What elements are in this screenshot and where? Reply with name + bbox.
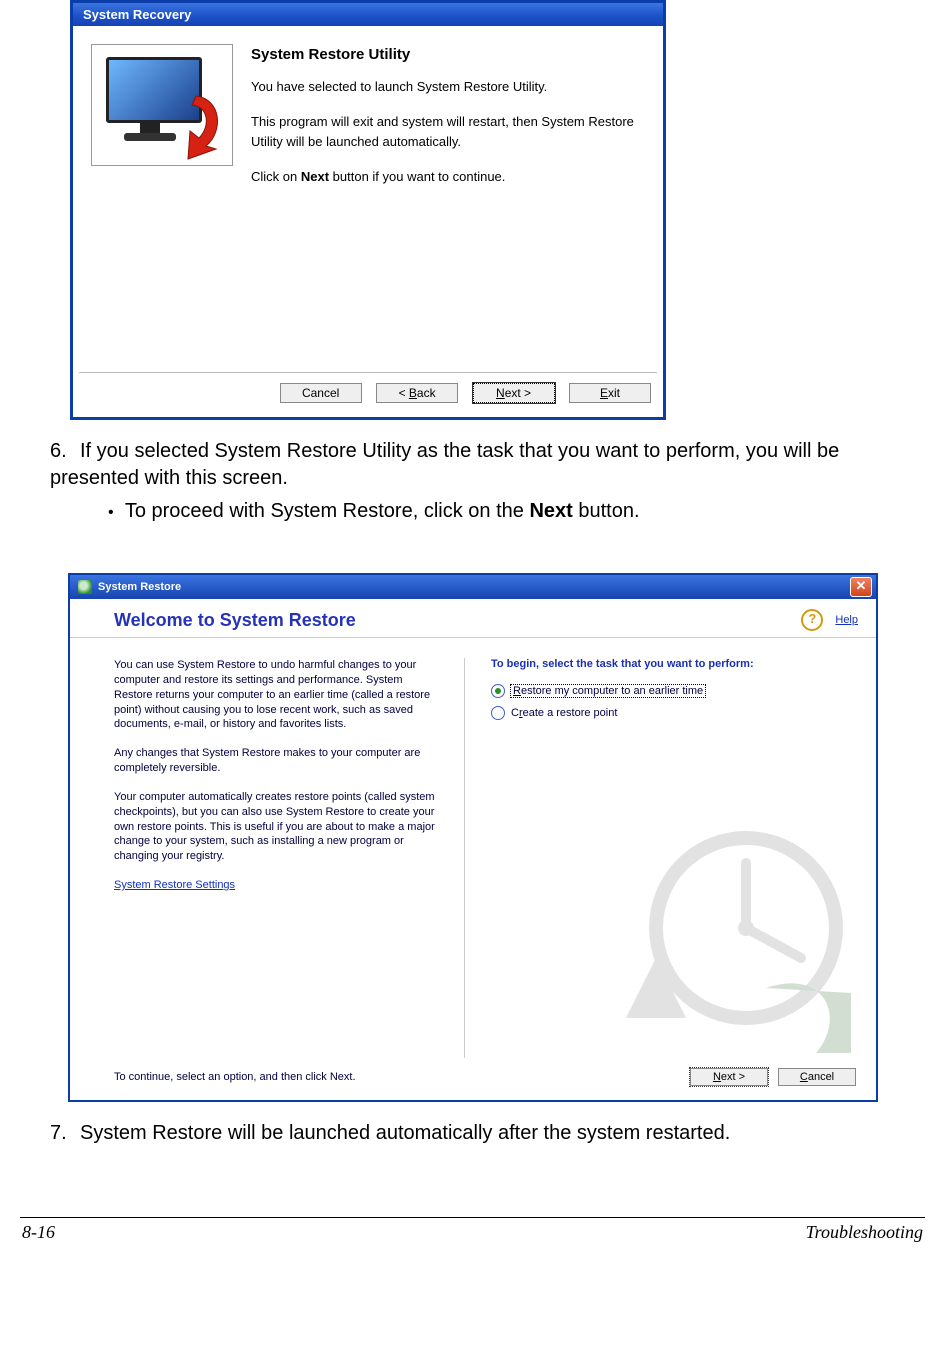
step-number: 6. <box>50 438 80 465</box>
dialog-titlebar[interactable]: System Restore ✕ <box>70 575 876 599</box>
system-recovery-dialog: System Recovery System Restore Utility Y… <box>70 0 666 420</box>
dialog-titlebar[interactable]: System Recovery <box>73 3 663 26</box>
radio-label: Create a restore point <box>511 707 617 719</box>
radio-icon <box>491 684 505 698</box>
close-button[interactable]: ✕ <box>850 577 872 597</box>
radio-label: Restore my computer to an earlier time <box>511 685 705 697</box>
cancel-button[interactable]: Cancel <box>280 383 362 403</box>
step-bullet: • To proceed with System Restore, click … <box>108 498 895 525</box>
dialog-heading: System Restore Utility <box>251 44 645 67</box>
page-number: 8-16 <box>22 1222 55 1243</box>
next-button[interactable]: Next > <box>473 383 555 403</box>
dialog-title: System Restore <box>98 581 181 593</box>
step-number: 7. <box>50 1120 80 1147</box>
clock-watermark-icon <box>616 818 856 1058</box>
next-button[interactable]: Next > <box>690 1068 768 1086</box>
radio-create-point[interactable]: Create a restore point <box>491 706 856 720</box>
step-6: 6.If you selected System Restore Utility… <box>50 438 895 525</box>
section-title: Troubleshooting <box>806 1222 923 1243</box>
info-paragraph: You can use System Restore to undo harmf… <box>114 658 444 732</box>
dialog-paragraph: This program will exit and system will r… <box>251 112 645 151</box>
step-text: If you selected System Restore Utility a… <box>50 440 839 489</box>
task-column: To begin, select the task that you want … <box>465 658 856 1058</box>
back-button[interactable]: < Back <box>376 383 458 403</box>
help-icon[interactable]: ? <box>801 609 823 631</box>
radio-icon <box>491 706 505 720</box>
system-restore-settings-link[interactable]: System Restore Settings <box>114 879 235 891</box>
cancel-button[interactable]: Cancel <box>778 1068 856 1086</box>
help-link[interactable]: Help <box>835 614 858 626</box>
task-prompt: To begin, select the task that you want … <box>491 658 856 670</box>
page-header: Welcome to System Restore <box>114 610 356 631</box>
info-paragraph: Any changes that System Restore makes to… <box>114 746 444 776</box>
exit-button[interactable]: Exit <box>569 383 651 403</box>
dialog-button-row: Cancel < Back Next > Exit <box>73 373 663 417</box>
radio-restore-earlier[interactable]: Restore my computer to an earlier time <box>491 684 856 698</box>
dialog-paragraph: You have selected to launch System Resto… <box>251 77 645 97</box>
step-7: 7.System Restore will be launched automa… <box>50 1120 895 1147</box>
monitor-restore-icon <box>91 44 233 166</box>
page-footer: 8-16 Troubleshooting <box>20 1222 925 1249</box>
dialog-paragraph: Click on Next button if you want to cont… <box>251 167 645 187</box>
step-text: System Restore will be launched automati… <box>80 1122 730 1144</box>
dialog-title: System Recovery <box>83 7 191 22</box>
info-column: You can use System Restore to undo harmf… <box>114 658 465 1058</box>
app-icon <box>78 580 92 594</box>
info-paragraph: Your computer automatically creates rest… <box>114 790 444 864</box>
dialog-text: System Restore Utility You have selected… <box>251 44 645 203</box>
footer-text: To continue, select an option, and then … <box>114 1071 356 1083</box>
system-restore-dialog: System Restore ✕ Welcome to System Resto… <box>68 573 878 1102</box>
